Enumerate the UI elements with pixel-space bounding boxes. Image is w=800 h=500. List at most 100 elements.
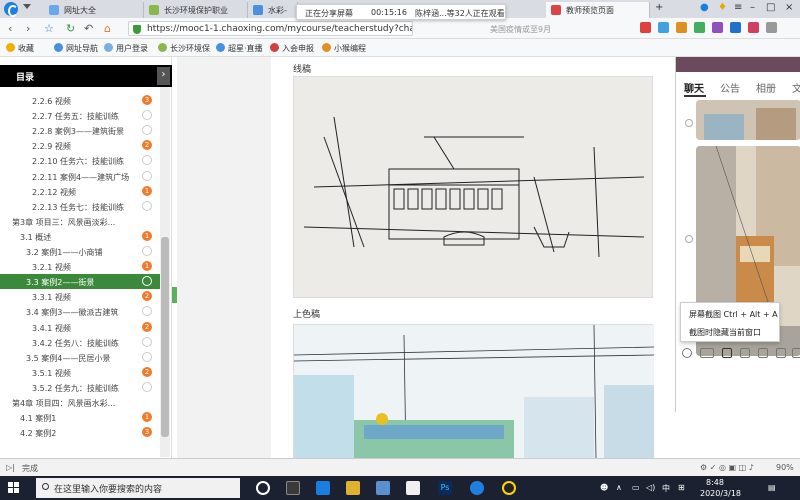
toc-item[interactable]: 3.2 案例1——小商铺 [0, 244, 160, 259]
home-icon[interactable]: ⌂ [104, 22, 111, 35]
toc-item[interactable]: 4.2 案例2 3 [0, 425, 160, 440]
user-icon[interactable]: ● [700, 2, 709, 13]
tab-1[interactable]: 网址大全 [44, 2, 144, 18]
file-icon[interactable] [758, 348, 768, 358]
file-explorer-icon[interactable] [346, 481, 360, 495]
extension-icon[interactable] [766, 22, 777, 33]
volume-icon[interactable]: ◁) [646, 483, 655, 492]
history-icon[interactable]: ↶ [84, 22, 93, 35]
toc-item[interactable]: 2.2.6 视频 3 [0, 93, 160, 108]
chevron-up-icon[interactable]: ∧ [616, 483, 622, 492]
menu-item-hide-window[interactable]: 截图时隐藏当前窗口 [689, 327, 761, 338]
task-view-icon[interactable] [256, 481, 270, 495]
tab-files[interactable]: 文 [792, 80, 800, 95]
search-hint[interactable]: 美国疫情或至9月 [490, 24, 551, 35]
bookmark-favorites[interactable]: 收藏 [6, 43, 34, 54]
toc-item[interactable]: 3.4.2 任务八：技能训练 [0, 335, 160, 350]
tab-album[interactable]: 相册 [756, 80, 776, 95]
qq-icon[interactable] [502, 481, 516, 495]
bookmark-item[interactable]: 超星·直播 [216, 43, 263, 54]
extension-icon[interactable] [748, 22, 759, 33]
toc-item[interactable]: 第4章 项目四：风景画水彩... [0, 395, 160, 410]
toc-item[interactable]: 2.2.12 视频 1 [0, 184, 160, 199]
grid-tray-icon[interactable]: ⊞ [678, 483, 685, 492]
back-icon[interactable]: ‹ [8, 22, 12, 35]
toc-item[interactable]: 3.3 案例2——街景 [0, 274, 160, 290]
notification-icon[interactable]: ▤ [768, 483, 776, 492]
emoji-icon[interactable] [682, 348, 692, 358]
network-icon[interactable]: ▭ [632, 483, 640, 492]
forward-icon[interactable]: › [26, 22, 30, 35]
collapse-toggle-icon[interactable]: › [157, 67, 170, 85]
extension-icon[interactable] [694, 22, 705, 33]
mail-icon[interactable] [406, 481, 420, 495]
bookmark-item[interactable]: 长沙环境保 [158, 43, 210, 54]
toc-item[interactable]: 3.1 概述 1 [0, 229, 160, 244]
status-play-icon[interactable]: ▷| [6, 463, 15, 472]
sidebar-scrollbar[interactable] [160, 87, 170, 457]
toc-item[interactable]: 第3章 项目三：风景画淡彩... [0, 214, 160, 229]
zoom-level[interactable]: 90% [776, 463, 794, 472]
toc-item[interactable]: 2.2.9 视频 2 [0, 138, 160, 153]
toc-item[interactable]: 2.2.7 任务五：技能训练 [0, 108, 160, 123]
toc-item[interactable]: 3.5.1 视频 2 [0, 365, 160, 380]
tab-3[interactable]: 水彩- [248, 2, 298, 18]
toc-item[interactable]: 4.1 案例1 1 [0, 410, 160, 425]
scissors-icon[interactable] [722, 348, 732, 358]
toc-item[interactable]: 3.4 案例3——徽派古建筑 [0, 304, 160, 319]
folder-icon[interactable] [740, 348, 750, 358]
select-circle-icon[interactable] [685, 235, 693, 243]
store-icon[interactable] [376, 481, 390, 495]
extension-icon[interactable] [712, 22, 723, 33]
task-switch-icon[interactable] [286, 481, 300, 495]
tab-active[interactable]: 教师预览页面 [546, 2, 650, 18]
scrollbar-thumb[interactable] [161, 237, 169, 437]
gif-icon[interactable] [700, 348, 714, 358]
tab-chat[interactable]: 聊天 [684, 80, 704, 95]
toc-item[interactable]: 3.4.1 视频 2 [0, 320, 160, 335]
edge-browser-icon[interactable] [316, 481, 330, 495]
user-tray-icon[interactable]: ☻ [600, 483, 608, 492]
more-icon[interactable] [792, 348, 800, 358]
clock-date[interactable]: 2020/3/18 [700, 489, 741, 498]
url-input[interactable]: https://mooc1-1.chaoxing.com/mycourse/te… [128, 21, 413, 36]
bookmark-item[interactable]: 小猴编程 [322, 43, 366, 54]
ime-indicator[interactable]: 中 [662, 483, 670, 494]
browser-logo-icon[interactable] [2, 1, 38, 17]
new-tab-icon[interactable]: + [655, 2, 663, 13]
select-circle-icon[interactable] [685, 119, 693, 127]
photoshop-icon[interactable]: Ps [438, 481, 452, 495]
browser-app-icon[interactable] [470, 481, 484, 495]
toc-item[interactable]: 3.5.2 任务九：技能训练 [0, 380, 160, 395]
toc-item[interactable]: 2.2.10 任务六：技能训练 [0, 153, 160, 168]
extension-icon[interactable] [658, 22, 669, 33]
key-icon[interactable]: ♦ [718, 2, 727, 13]
tab-2[interactable]: 长沙环境保护职业 [144, 2, 248, 18]
windows-start-icon[interactable] [8, 482, 20, 494]
menu-item-screenshot[interactable]: 屏幕截图 Ctrl + Alt + A [689, 309, 778, 320]
image-icon[interactable] [776, 348, 786, 358]
bookmark-item[interactable]: 网址导航 [54, 43, 98, 54]
status-icons[interactable]: ⚙ ✓ ◎ ▣ ◫ ♪ [700, 463, 754, 472]
clock-time[interactable]: 8:48 [706, 478, 724, 487]
extension-icon[interactable] [730, 22, 741, 33]
taskbar-search-input[interactable]: 在这里输入你要搜索的内容 [36, 478, 240, 498]
toc-item[interactable]: 2.2.11 案例4——建筑广场 [0, 169, 160, 184]
close-icon[interactable]: × [785, 2, 793, 13]
maximize-icon[interactable]: □ [766, 2, 775, 13]
tab-announcement[interactable]: 公告 [720, 80, 740, 95]
toc-item[interactable]: 2.2.8 案例3——建筑街景 [0, 123, 160, 138]
toc-item[interactable]: 2.2.13 任务七：技能训练 [0, 199, 160, 214]
extension-icon[interactable] [676, 22, 687, 33]
bookmark-item[interactable]: 入会申报 [270, 43, 314, 54]
menu-icon[interactable]: ≡ [734, 2, 742, 13]
minimize-icon[interactable]: – [750, 2, 755, 13]
toc-item[interactable]: 3.2.1 视频 1 [0, 259, 160, 274]
extension-icon[interactable] [640, 22, 651, 33]
toc-item[interactable]: 3.5 案例4——民居小景 [0, 350, 160, 365]
bookmark-item[interactable]: 用户登录 [104, 43, 148, 54]
toc-item[interactable]: 3.3.1 视频 2 [0, 289, 160, 304]
star-icon[interactable]: ☆ [44, 22, 54, 35]
chat-image-thumbnail[interactable] [696, 100, 800, 140]
reload-icon[interactable]: ↻ [66, 22, 75, 35]
